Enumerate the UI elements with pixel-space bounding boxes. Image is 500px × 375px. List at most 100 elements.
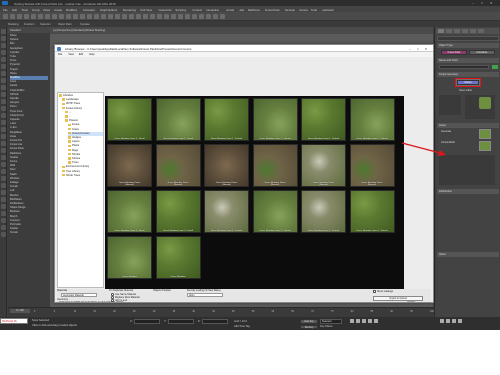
dialog-options-link[interactable]: Options — [407, 301, 415, 303]
ribbon-tab[interactable]: Modeling — [8, 23, 19, 26]
menu-item[interactable]: Help — [239, 8, 245, 12]
pan-icon[interactable] — [446, 319, 450, 323]
hierarchy-tab-icon[interactable] — [454, 29, 460, 33]
preset-thumbnail[interactable]: Grass Meadow — [155, 236, 201, 279]
section-about[interactable]: About — [437, 252, 499, 257]
left-tool-icon[interactable] — [1, 127, 6, 132]
viewport-label[interactable]: [+] [Perspective] [Standard] [Default Sh… — [53, 29, 105, 32]
left-tool-icon[interactable] — [1, 64, 6, 69]
left-tool-icon[interactable] — [1, 50, 6, 55]
object-name-field[interactable] — [439, 65, 489, 69]
ribbon-tab[interactable]: Selection — [40, 23, 51, 26]
scale-icon[interactable] — [87, 14, 92, 19]
named-sel-icon[interactable] — [150, 14, 155, 19]
ref-coord-icon[interactable] — [101, 14, 106, 19]
select-by-name-icon[interactable] — [52, 14, 57, 19]
left-tool-icon[interactable] — [1, 218, 6, 223]
placement-icon[interactable] — [94, 14, 99, 19]
forest-pack-button[interactable]: Forest Pack — [441, 50, 467, 55]
section-distribution[interactable]: Distribution — [437, 189, 499, 194]
left-tool-icon[interactable] — [1, 190, 6, 195]
menu-item[interactable]: Rendering — [123, 8, 136, 12]
left-tool-icon[interactable] — [1, 232, 6, 237]
render-icon[interactable] — [220, 14, 225, 19]
filter-icon[interactable] — [38, 14, 43, 19]
left-tool-icon[interactable] — [1, 176, 6, 181]
maximize-icon[interactable]: □ — [481, 1, 483, 5]
window-crossing-icon[interactable] — [66, 14, 71, 19]
bind-icon[interactable] — [31, 14, 36, 19]
menu-item[interactable]: Arnold — [226, 8, 234, 12]
preset-thumbnail[interactable]: Grass Meadow — [107, 236, 152, 279]
preset-thumbnail[interactable]: Grass Meadow Lawn 3 - Default — [204, 190, 249, 233]
angle-snap-icon[interactable] — [129, 14, 134, 19]
next-frame-icon[interactable] — [368, 319, 372, 323]
menu-item[interactable]: Group — [32, 8, 40, 12]
percent-snap-icon[interactable] — [136, 14, 141, 19]
time-slider[interactable]: 0 / 100 — [10, 309, 30, 313]
menu-item[interactable]: Civil View — [140, 8, 152, 12]
snap-icon[interactable] — [122, 14, 127, 19]
preset-thumbnail[interactable]: Grass Meadow Patch (Normal) — [252, 144, 298, 187]
redo-icon[interactable] — [10, 14, 15, 19]
dialog-menu-item[interactable]: Help — [89, 53, 94, 56]
render-frame-icon[interactable] — [213, 14, 218, 19]
menu-item[interactable]: File — [3, 8, 8, 12]
menu-item[interactable]: Customize — [158, 8, 171, 12]
menu-item[interactable]: RailClone — [248, 8, 260, 12]
align-icon[interactable] — [164, 14, 169, 19]
forest-lite-button[interactable]: ForestLite — [469, 50, 495, 55]
material-editor-icon[interactable] — [199, 14, 204, 19]
menu-item[interactable]: Tools — [311, 8, 318, 12]
motion-tab-icon[interactable] — [462, 29, 468, 33]
left-tool-icon[interactable] — [1, 71, 6, 76]
link-icon[interactable] — [17, 14, 22, 19]
maxscript-listener[interactable]: MAXScript Mi... — [0, 318, 28, 324]
preset-thumbnail[interactable]: Grass Meadow Lawn 1 - Small — [107, 98, 152, 141]
left-tool-icon[interactable] — [1, 43, 6, 48]
menu-item[interactable]: Create — [54, 8, 62, 12]
section-areas[interactable]: Areas — [437, 123, 499, 128]
left-tool-icon[interactable] — [1, 120, 6, 125]
section-name-color[interactable]: Name and Color — [437, 58, 499, 63]
menu-item[interactable]: Corona — [299, 8, 308, 12]
prev-frame-icon[interactable] — [356, 319, 360, 323]
rect-select-icon[interactable] — [59, 14, 64, 19]
curve-editor-icon[interactable] — [185, 14, 190, 19]
dialog-menu-item[interactable]: View — [68, 53, 74, 56]
preset-thumbnail[interactable]: Grass Meadow Lawn 1 - Small — [155, 98, 201, 141]
mirror-icon[interactable] — [157, 14, 162, 19]
section-geometry[interactable]: Forest Geometry — [437, 72, 499, 77]
key-filters-button[interactable]: Key Filters... — [320, 325, 334, 328]
left-tool-icon[interactable] — [1, 211, 6, 216]
select-icon[interactable] — [45, 14, 50, 19]
library-tree[interactable]: Libraries Landscape 3DTP-Trees Forest Libra… — [57, 92, 104, 288]
preset-grid[interactable]: Grass Meadow Lawn 1 - Small Grass Meadow … — [105, 96, 404, 289]
set-key-button[interactable]: Set Key — [300, 325, 318, 329]
library-button[interactable]: Library — [457, 80, 479, 85]
maximize-viewport-icon[interactable] — [458, 319, 462, 323]
preset-thumbnail[interactable]: Grass Meadow Lawn 1 - Default — [204, 98, 249, 141]
import-button[interactable]: Import in Forest — [373, 296, 423, 301]
orbit-icon[interactable] — [452, 319, 456, 323]
zoom-icon[interactable] — [440, 319, 444, 323]
auto-key-button[interactable]: Auto Key — [300, 319, 318, 324]
undo-icon[interactable] — [3, 14, 8, 19]
preset-thumbnail[interactable]: Grass Meadow Patch (Normal) — [155, 144, 201, 187]
timeline[interactable]: 0 / 100 0 5 10 15 20 25 30 35 40 45 50 55 60 65 70 75 80… — [8, 307, 434, 317]
dialog-close-icon[interactable]: ✕ — [423, 47, 429, 51]
preset-thumbnail[interactable]: Grass Meadow Lawn 3 - Small — [107, 190, 152, 233]
ribbon-tab[interactable]: Object Paint — [58, 23, 72, 26]
x-coord-field[interactable] — [134, 319, 160, 324]
menu-item[interactable]: Laubwerk — [322, 8, 334, 12]
create-tab-icon[interactable] — [438, 29, 444, 33]
rotate-icon[interactable] — [80, 14, 85, 19]
left-tool-icon[interactable] — [1, 113, 6, 118]
explorer-item[interactable]: Terrain — [10, 231, 48, 235]
preset-thumbnail[interactable]: Grass Meadow Lawn 1 - Default — [349, 98, 395, 141]
dialog-maximize-icon[interactable]: □ — [415, 47, 421, 51]
play-icon[interactable] — [362, 319, 366, 323]
y-coord-field[interactable] — [168, 319, 194, 324]
ribbon-tab[interactable]: Freeform — [24, 23, 35, 26]
move-icon[interactable] — [73, 14, 78, 19]
